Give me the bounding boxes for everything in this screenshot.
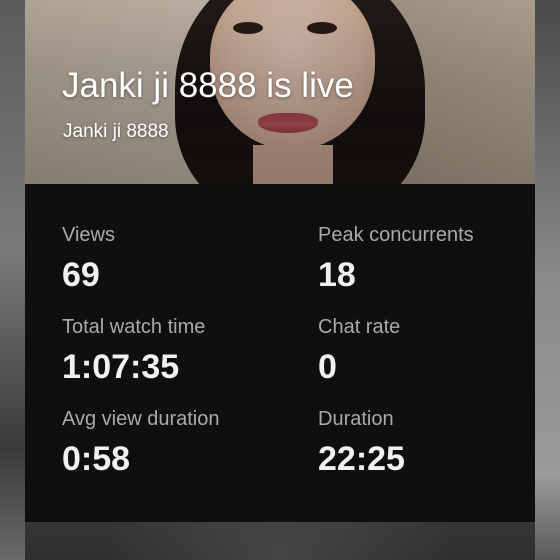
stats-panel: Views 69 Peak concurrents 18 Total watch… <box>25 184 535 522</box>
stat-value: 0:58 <box>62 440 131 478</box>
stream-thumbnail: Janki ji 8888 is live Janki ji 8888 <box>25 0 535 184</box>
stat-duration: Duration 22:25 <box>318 408 548 479</box>
stat-label: Views <box>62 224 115 246</box>
stat-label: Avg view duration <box>62 408 220 430</box>
stat-value: 18 <box>318 256 356 294</box>
stat-chat-rate: Chat rate 0 <box>318 316 548 387</box>
channel-name: Janki ji 8888 <box>63 121 169 142</box>
stat-value: 1:07:35 <box>62 348 180 386</box>
stat-views: Views 69 <box>62 224 292 295</box>
stat-total-watch-time: Total watch time 1:07:35 <box>62 316 292 387</box>
stat-value: 0 <box>318 348 337 386</box>
stat-peak-concurrents: Peak concurrents 18 <box>318 224 548 295</box>
stat-label: Peak concurrents <box>318 224 474 246</box>
background-blur <box>0 0 25 560</box>
live-stream-summary-screen: Janki ji 8888 is live Janki ji 8888 View… <box>0 0 560 560</box>
stat-value: 69 <box>62 256 100 294</box>
stream-title: Janki ji 8888 is live <box>62 66 354 105</box>
stat-label: Total watch time <box>62 316 206 338</box>
stat-label: Duration <box>318 408 394 430</box>
stat-avg-view-duration: Avg view duration 0:58 <box>62 408 292 479</box>
stat-label: Chat rate <box>318 316 401 338</box>
stream-summary-card: Janki ji 8888 is live Janki ji 8888 View… <box>25 0 535 522</box>
stat-value: 22:25 <box>318 440 405 478</box>
